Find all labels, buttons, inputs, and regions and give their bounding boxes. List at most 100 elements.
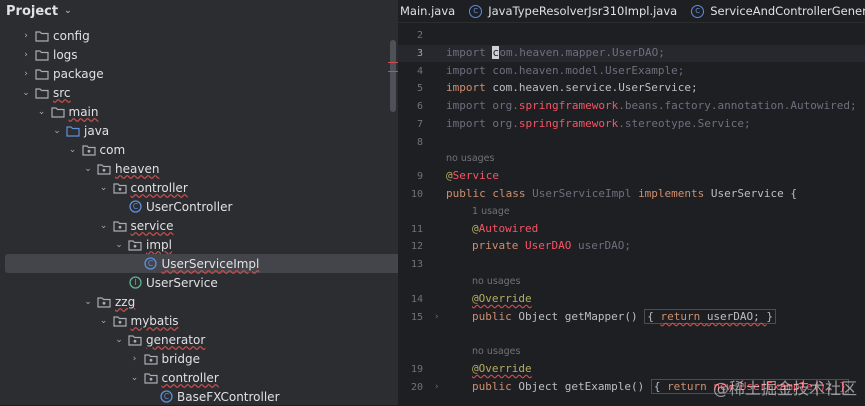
watermark: @稀土掘金技术社区 bbox=[712, 379, 857, 398]
package-icon bbox=[112, 219, 128, 233]
usage-hint[interactable]: no usages bbox=[446, 153, 494, 164]
tree-item[interactable]: › package bbox=[0, 64, 103, 83]
type-name: UserService { bbox=[710, 187, 798, 200]
tree-item[interactable]: ⌄ impl bbox=[0, 235, 172, 254]
fold-arrow-icon[interactable]: › bbox=[435, 312, 439, 322]
tree-item[interactable]: C BaseFXController bbox=[0, 387, 280, 406]
tree-item[interactable]: ⌄ src bbox=[0, 83, 71, 102]
code-line-19: @Override bbox=[472, 362, 532, 375]
brace: { bbox=[653, 380, 668, 393]
chevron-down-icon[interactable]: ⌄ bbox=[113, 335, 125, 345]
fold-arrow-icon[interactable]: › bbox=[435, 382, 439, 392]
tree-item[interactable]: ⌄ heaven bbox=[0, 159, 159, 178]
project-panel-header[interactable]: Project ⌄ bbox=[0, 0, 398, 22]
package-icon bbox=[96, 295, 112, 309]
line-number: 10 bbox=[410, 189, 423, 200]
chevron-down-icon[interactable]: ⌄ bbox=[129, 373, 141, 383]
tree-item[interactable]: ⌄ generator bbox=[0, 330, 205, 349]
tree-item-label: UserServiceImpl bbox=[161, 256, 260, 271]
chevron-down-icon[interactable]: ⌄ bbox=[82, 297, 94, 307]
tree-item-label: bridge bbox=[161, 351, 201, 366]
chevron-right-icon[interactable]: › bbox=[20, 69, 32, 79]
chevron-right-icon[interactable]: › bbox=[20, 31, 32, 41]
tree-item[interactable]: ⌄ com bbox=[0, 140, 125, 159]
import-path: import org. bbox=[446, 117, 519, 130]
class-icon: C bbox=[691, 4, 705, 18]
keyword: return bbox=[667, 380, 714, 393]
package-icon bbox=[143, 371, 159, 385]
folder-icon bbox=[34, 48, 50, 62]
import-path: om.heaven.mapper.UserDAO; bbox=[499, 46, 665, 59]
line-number: 11 bbox=[410, 224, 423, 235]
tree-item[interactable]: ⌄ zzg bbox=[0, 292, 135, 311]
tab-service-controller-generator[interactable]: C ServiceAndControllerGeneratorP bbox=[689, 4, 865, 18]
chevron-down-icon[interactable]: ⌄ bbox=[98, 221, 110, 231]
code-line-5: import com.heaven.service.UserService; bbox=[446, 81, 698, 94]
tree-item-label: service bbox=[130, 218, 174, 233]
tab-java-type-resolver[interactable]: C JavaTypeResolverJsr310Impl.java bbox=[467, 4, 689, 18]
tree-item[interactable]: › logs bbox=[0, 45, 77, 64]
chevron-down-icon[interactable]: ⌄ bbox=[64, 6, 72, 16]
import-path: .stereotype.Service; bbox=[618, 117, 751, 130]
chevron-right-icon[interactable]: › bbox=[129, 354, 141, 364]
chevron-down-icon[interactable]: ⌄ bbox=[113, 240, 125, 250]
tree-item-label: controller bbox=[161, 370, 219, 385]
tree-item-label: generator bbox=[146, 332, 206, 347]
tab-label: JavaTypeResolverJsr310Impl.java bbox=[488, 4, 678, 18]
line-number: 20 bbox=[410, 382, 423, 393]
tree-item[interactable]: I UserService bbox=[0, 273, 218, 292]
tree-item[interactable]: › bridge bbox=[0, 349, 200, 368]
chevron-down-icon[interactable]: ⌄ bbox=[67, 145, 79, 155]
chevron-down-icon[interactable]: ⌄ bbox=[98, 316, 110, 326]
tree-item[interactable]: ⌄ java bbox=[0, 121, 109, 140]
usage-hint[interactable]: 1 usage bbox=[472, 206, 510, 217]
keyword: public bbox=[472, 380, 519, 393]
tree-item-label: com bbox=[99, 142, 126, 157]
code-line-4: import com.heaven.model.UserExample; bbox=[446, 64, 685, 77]
method-signature: Object getMapper() bbox=[518, 310, 645, 323]
editor-panel: Main.java C JavaTypeResolverJsr310Impl.j… bbox=[398, 0, 865, 405]
project-panel: Project ⌄ › config › logs › package ⌄ src ⌄ main ⌄… bbox=[0, 0, 512, 406]
import-path: .beans.factory.annotation.Autowired; bbox=[618, 99, 857, 112]
chevron-down-icon[interactable]: ⌄ bbox=[82, 164, 94, 174]
usage-hint[interactable]: no usages bbox=[472, 276, 520, 287]
class-icon: C bbox=[158, 390, 174, 404]
tree-item-label: java bbox=[84, 123, 110, 138]
usage-hint[interactable]: no usages bbox=[472, 346, 520, 357]
project-scrollbar[interactable] bbox=[390, 40, 396, 112]
line-number: 3 bbox=[416, 48, 423, 59]
tab-main-java[interactable]: Main.java bbox=[398, 4, 467, 18]
tree-item[interactable]: ⌄ mybatis bbox=[0, 311, 179, 330]
line-number: 8 bbox=[416, 137, 423, 148]
tree-item[interactable]: ⌄ controller bbox=[0, 178, 188, 197]
code-line-15: public Object getMapper() { return userD… bbox=[472, 309, 777, 324]
tree-item[interactable]: › config bbox=[0, 26, 90, 45]
chevron-right-icon[interactable]: › bbox=[20, 50, 32, 60]
code-line-14: @Override bbox=[472, 292, 532, 305]
tree-item[interactable]: C UserController bbox=[0, 197, 232, 216]
tree-item-label: mybatis bbox=[130, 313, 179, 328]
folder-icon bbox=[34, 67, 50, 81]
tree-item[interactable]: ⌄ controller bbox=[0, 368, 219, 387]
svg-text:I: I bbox=[134, 278, 136, 287]
package-icon bbox=[112, 181, 128, 195]
tree-item[interactable]: ⌄ main bbox=[0, 102, 99, 121]
code-line-9: @Service bbox=[446, 169, 499, 182]
tree-item-label: src bbox=[53, 85, 71, 100]
chevron-down-icon[interactable]: ⌄ bbox=[51, 126, 63, 136]
package-icon bbox=[127, 333, 143, 347]
chevron-down-icon[interactable]: ⌄ bbox=[98, 183, 110, 193]
field-name: userDAO; bbox=[571, 239, 631, 252]
folded-block[interactable]: { return userDAO; } bbox=[644, 309, 777, 324]
tree-item[interactable]: ⌄ service bbox=[0, 216, 174, 235]
tree-item-label: UserService bbox=[146, 275, 218, 290]
keyword: public bbox=[472, 310, 519, 323]
keyword: implements bbox=[638, 187, 711, 200]
chevron-down-icon[interactable]: ⌄ bbox=[36, 107, 48, 117]
code-area[interactable]: import com.heaven.mapper.UserDAO; import… bbox=[446, 22, 865, 405]
line-number: 13 bbox=[410, 259, 423, 270]
class-name: UserServiceImpl bbox=[532, 187, 639, 200]
chevron-down-icon[interactable]: ⌄ bbox=[20, 88, 32, 98]
line-number: 4 bbox=[416, 66, 423, 77]
line-number: 12 bbox=[410, 241, 423, 252]
